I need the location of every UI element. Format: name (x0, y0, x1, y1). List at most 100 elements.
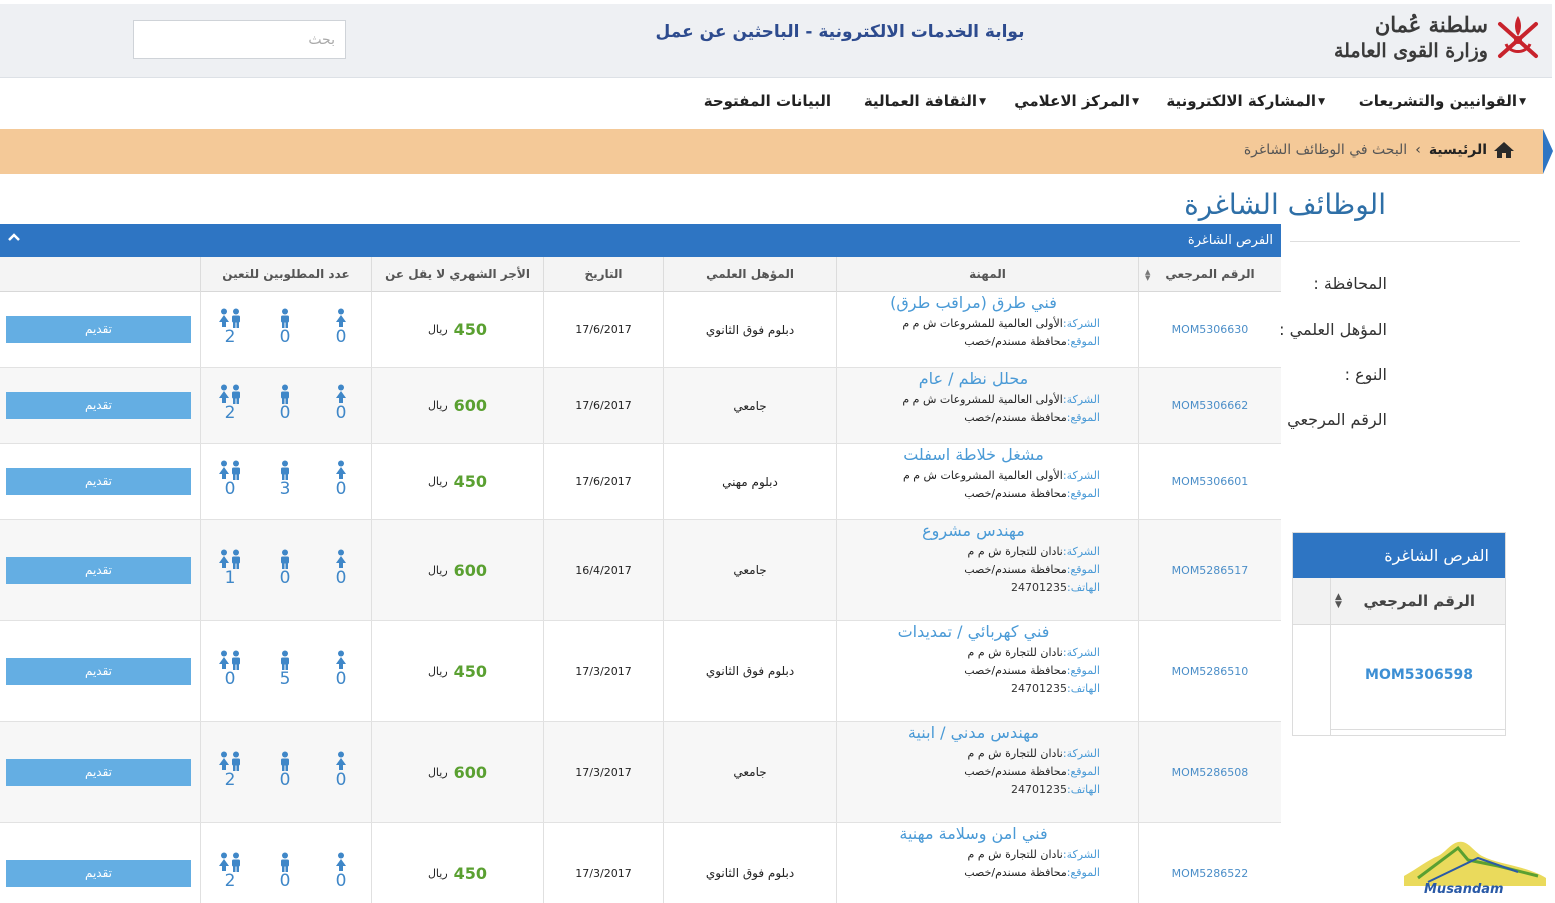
job-ref-link[interactable]: MOM5286510 (1172, 665, 1249, 678)
caret-down-icon: ▼ (979, 96, 986, 107)
sort-icon[interactable]: ▲ ▼ (1335, 593, 1342, 610)
female-icon (326, 460, 356, 480)
job-ref-link[interactable]: MOM5286508 (1172, 766, 1249, 779)
female-icon (326, 650, 356, 670)
both-genders-icon (215, 460, 245, 480)
female-count: 0 (326, 308, 356, 346)
vacancies-table-header: الفرص الشاغرة (0, 224, 1281, 257)
caret-down-icon: ▼ (1318, 96, 1325, 107)
female-count: 0 (326, 751, 356, 789)
job-title-link[interactable]: محلل نظم / عام (847, 369, 1100, 388)
watermark-text: Musandam (1424, 882, 1504, 897)
female-icon (326, 308, 356, 328)
male-icon (270, 650, 300, 670)
nav-item-e-participation[interactable]: ▼المشاركة الالكترونية (1166, 92, 1325, 110)
job-ref-link[interactable]: MOM5286517 (1172, 564, 1249, 577)
breadcrumb-home[interactable]: الرئيسية (1429, 141, 1515, 159)
table-caption: الفرص الشاغرة (1187, 233, 1273, 248)
job-company: الشركة:نادان للتجارة ش م م (967, 747, 1100, 760)
breadcrumb: الرئيسية › البحث في الوظائف الشاغرة (0, 129, 1543, 174)
apply-button[interactable]: تقديم (6, 392, 191, 419)
job-location: الموقع:محافظة مسندم/خصب (964, 335, 1100, 348)
male-count: 0 (270, 549, 300, 587)
any-gender-count: 2 (215, 751, 245, 789)
apply-button[interactable]: تقديم (6, 556, 191, 584)
female-count: 0 (326, 650, 356, 688)
job-salary: 600 (453, 560, 488, 580)
male-icon (270, 460, 300, 480)
job-ref-link[interactable]: MOM5306662 (1172, 399, 1249, 412)
table-row: MOM5286522 فني امن وسلامة مهنية الشركة:ن… (0, 823, 1281, 903)
job-date: 17/3/2017 (575, 866, 632, 880)
male-count: 5 (270, 650, 300, 688)
any-gender-count: 2 (215, 852, 245, 890)
musandam-map-icon (1404, 841, 1546, 886)
breadcrumb-arrow (1543, 129, 1553, 174)
apply-button[interactable]: تقديم (6, 657, 191, 685)
col-header-count: عدد المطلوبين للتعين (200, 257, 371, 292)
chevron-up-icon[interactable] (8, 231, 20, 246)
male-count: 0 (270, 308, 300, 346)
col-header-ref[interactable]: الرقم المرجعي ▲ ▼ (1138, 257, 1281, 292)
musandam-watermark: Musandam (1398, 838, 1548, 898)
job-location: الموقع:محافظة مسندم/خصب (964, 563, 1100, 576)
page-title: الوظائف الشاغرة (1184, 188, 1386, 221)
currency-label: ريال (427, 563, 448, 577)
currency-label: ريال (427, 866, 448, 880)
any-gender-count: 2 (215, 308, 245, 346)
both-genders-icon (215, 751, 245, 771)
sort-icon[interactable]: ▲ ▼ (1145, 269, 1150, 282)
job-title-link[interactable]: فني امن وسلامة مهنية (847, 824, 1100, 843)
female-count: 0 (326, 549, 356, 587)
both-genders-icon (215, 308, 245, 328)
nav-item-media-center[interactable]: ▼المركز الاعلامي (1014, 92, 1139, 110)
apply-button[interactable]: تقديم (6, 316, 191, 343)
job-title-link[interactable]: فني طرق (مراقب طرق) (847, 293, 1100, 312)
job-qualification: دبلوم فوق الثانوي (705, 664, 795, 678)
oman-emblem-icon (1498, 16, 1538, 58)
logo-line-ministry: وزارة القوى العاملة (1333, 40, 1488, 62)
caret-down-icon: ▼ (1519, 96, 1526, 107)
job-salary: 600 (453, 396, 488, 415)
ministry-logo[interactable]: سلطنة عُمان وزارة القوى العاملة (1334, 8, 1544, 74)
male-count: 0 (270, 751, 300, 789)
job-ref-link[interactable]: MOM5286522 (1172, 867, 1249, 880)
nav-item-laws[interactable]: ▼القوانيين والتشريعات (1359, 92, 1526, 110)
any-gender-count: 1 (215, 549, 245, 587)
male-icon (270, 852, 300, 872)
job-date: 17/6/2017 (575, 399, 632, 412)
job-salary: 450 (453, 661, 488, 681)
col-header-date: التاريخ (543, 257, 663, 292)
male-count: 3 (270, 460, 300, 498)
search-input[interactable] (133, 20, 346, 59)
apply-button[interactable]: تقديم (6, 859, 191, 887)
apply-button[interactable]: تقديم (6, 758, 191, 786)
apply-button[interactable]: تقديم (6, 468, 191, 495)
nav-item-labor-culture[interactable]: ▼الثقافة العمالية (864, 92, 986, 110)
job-ref-link[interactable]: MOM5306601 (1172, 475, 1249, 488)
job-company: الشركة:نادان للتجارة ش م م (967, 545, 1100, 558)
job-title-link[interactable]: مهندس مشروع (847, 521, 1100, 540)
job-title-link[interactable]: فني كهربائي / تمديدات (847, 622, 1100, 641)
job-qualification: دبلوم فوق الثانوي (705, 866, 795, 880)
breadcrumb-separator: › (1415, 142, 1421, 158)
nav-item-open-data[interactable]: البيانات المفتوحة (704, 92, 831, 110)
both-genders-icon (215, 384, 245, 404)
job-title-link[interactable]: مشغل خلاطة اسفلت (847, 445, 1100, 464)
job-qualification: جامعي (733, 765, 767, 779)
both-genders-icon (215, 549, 245, 569)
table-row: MOM5306662 محلل نظم / عام الشركة:الأولى … (0, 368, 1281, 444)
job-date: 17/3/2017 (575, 664, 632, 678)
side-ref-link[interactable]: MOM5306598 (1331, 667, 1505, 683)
job-title-link[interactable]: مهندس مدني / ابنية (847, 723, 1100, 742)
currency-label: ريال (427, 475, 448, 488)
currency-label: ريال (427, 664, 448, 678)
male-count: 0 (270, 852, 300, 890)
currency-label: ريال (427, 323, 448, 336)
side-column-header[interactable]: ▲ ▼ الرقم المرجعي (1293, 578, 1505, 625)
job-ref-link[interactable]: MOM5306630 (1172, 323, 1249, 336)
male-icon (270, 308, 300, 328)
col-header-salary: الأجر الشهري لا يقل عن (371, 257, 543, 292)
job-qualification: جامعي (733, 563, 767, 577)
male-icon (270, 384, 300, 404)
